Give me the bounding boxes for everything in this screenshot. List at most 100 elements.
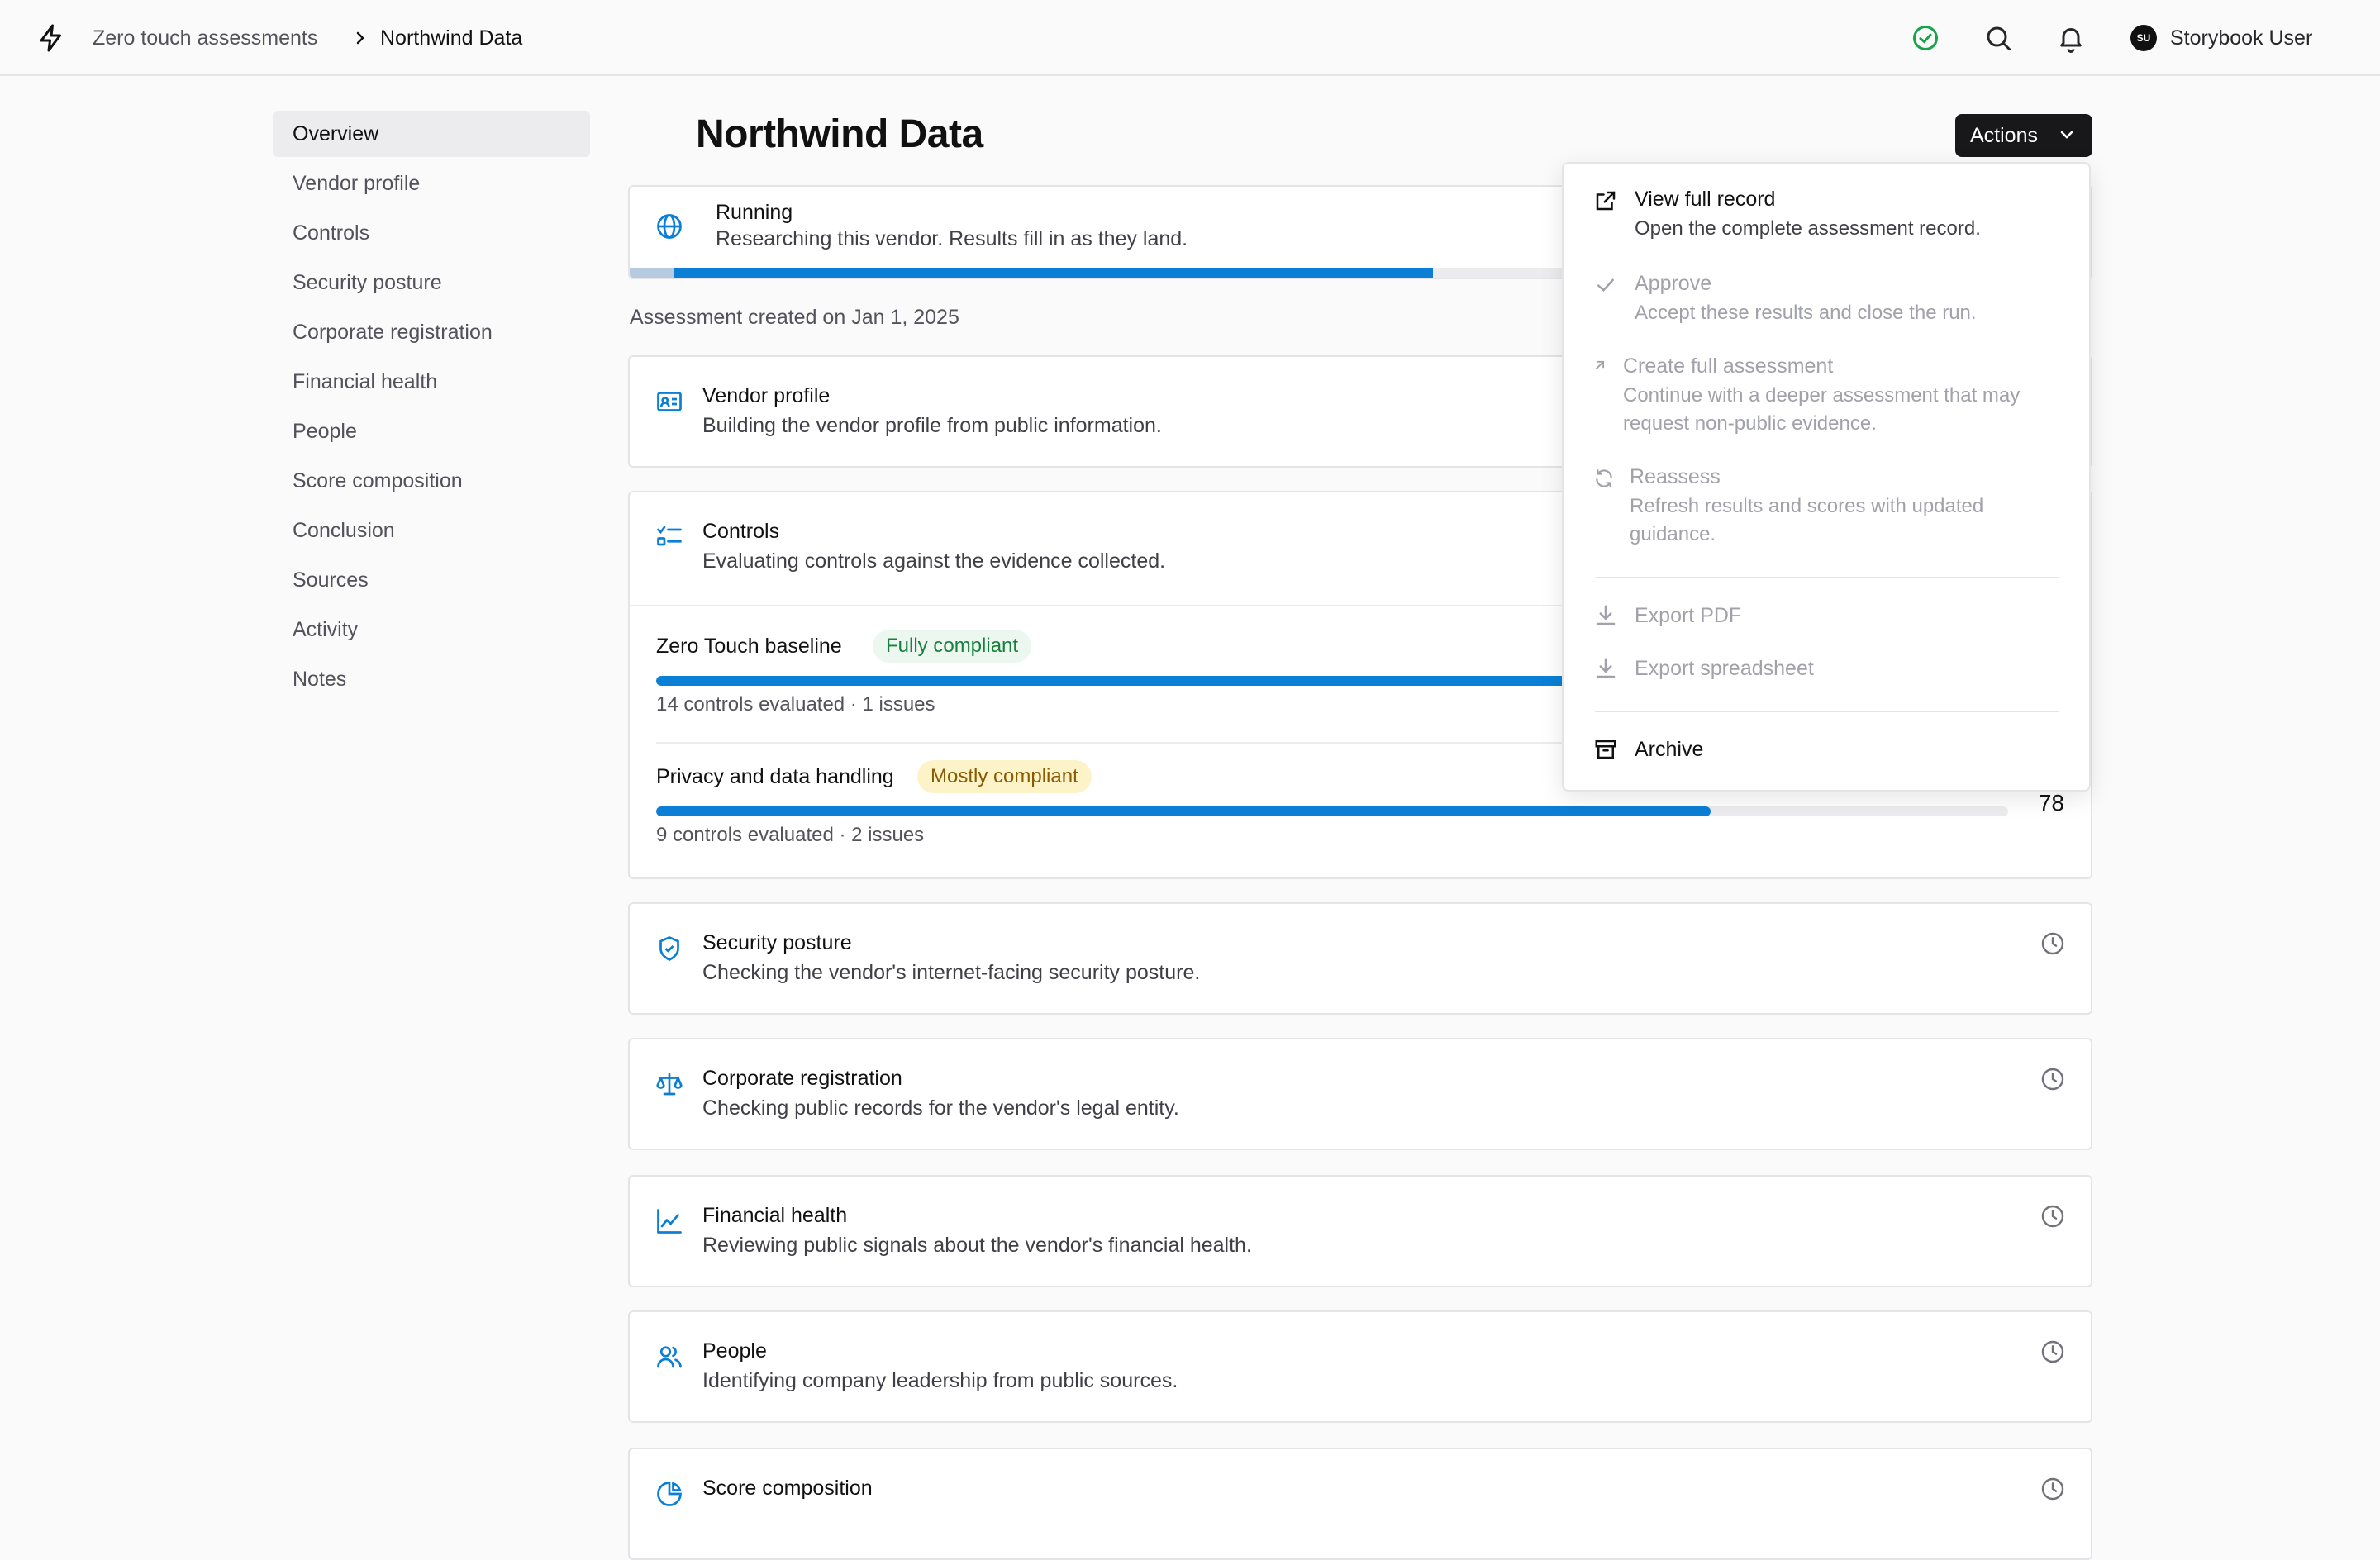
sidebar-item-vendor-profile[interactable]: Vendor profile [273, 160, 590, 207]
framework-meta: 14 controls evaluated · 1 issues [656, 693, 935, 716]
user-name[interactable]: Storybook User [2170, 23, 2312, 53]
menu-item-desc: Continue with a deeper assessment that m… [1623, 384, 2021, 435]
menu-item-approve[interactable]: Approve Accept these results and close t… [1564, 269, 2089, 339]
clock-icon [2041, 1205, 2064, 1228]
financial-health-card[interactable]: Financial health Reviewing public signal… [628, 1175, 2092, 1287]
sidebar-item-people[interactable]: People [273, 408, 590, 454]
score-composition-card[interactable]: Score composition [628, 1448, 2092, 1560]
menu-item-title: Approve [1635, 272, 1712, 295]
sidebar-item-activity[interactable]: Activity [273, 606, 590, 653]
sidebar-item-financial-health[interactable]: Financial health [273, 359, 590, 405]
top-bar: Zero touch assessments Northwind Data SU… [0, 0, 2380, 76]
sidebar-item-corporate-registration[interactable]: Corporate registration [273, 309, 590, 355]
page-title: Northwind Data [696, 112, 983, 156]
card-subtitle: Evaluating controls against the evidence… [702, 549, 1166, 573]
corporate-registration-card[interactable]: Corporate registration Checking public r… [628, 1038, 2092, 1150]
sidebar-item-security-posture[interactable]: Security posture [273, 259, 590, 306]
globe-icon [657, 214, 682, 239]
clock-icon [2041, 1340, 2064, 1363]
scales-icon [656, 1072, 683, 1096]
line-chart-icon [657, 1209, 682, 1234]
framework-name: Privacy and data handling [656, 765, 894, 788]
menu-item-title: Export PDF [1635, 604, 1742, 627]
status-check-icon[interactable] [1911, 23, 1940, 53]
arrow-up-right-icon [1595, 360, 1605, 370]
clock-icon [2041, 1477, 2064, 1501]
search-icon[interactable] [1983, 23, 2013, 53]
refresh-icon [1596, 469, 1612, 488]
chevron-down-icon [2060, 131, 2073, 139]
card-title: Vendor profile [702, 384, 831, 407]
menu-item-title: View full record [1635, 188, 1776, 211]
created-date: Assessment created on Jan 1, 2025 [630, 306, 959, 329]
card-title: Controls [702, 520, 780, 543]
menu-item-title: Create full assessment [1623, 354, 1834, 378]
clock-icon [2041, 932, 2064, 955]
chevron-right-icon [356, 31, 364, 45]
external-link-icon [1596, 191, 1616, 211]
menu-item-export-pdf[interactable]: Export PDF [1564, 602, 2089, 635]
sidebar-item-notes[interactable]: Notes [273, 656, 590, 702]
menu-separator [1595, 577, 2059, 578]
card-subtitle: Reviewing public signals about the vendo… [702, 1234, 1252, 1257]
status-subtitle: Researching this vendor. Results fill in… [716, 227, 1188, 250]
card-subtitle: Checking the vendor's internet-facing se… [702, 961, 1201, 984]
menu-item-title: Archive [1635, 738, 1704, 761]
framework-score-bar [656, 806, 2008, 816]
card-title: Financial health [702, 1204, 848, 1227]
compliance-badge: Fully compliant [873, 630, 1032, 663]
framework-score-fill [656, 806, 1711, 816]
check-icon [1597, 278, 1614, 292]
menu-item-desc: Accept these results and close the run. [1635, 302, 1977, 324]
people-card[interactable]: People Identifying company leadership fr… [628, 1310, 2092, 1423]
security-posture-card[interactable]: Security posture Checking the vendor's i… [628, 902, 2092, 1015]
shield-check-icon [659, 936, 679, 961]
card-subtitle: Checking public records for the vendor's… [702, 1096, 1179, 1120]
progress-active-segment [674, 268, 1434, 278]
menu-item-desc: Refresh results and scores with updated … [1630, 495, 1984, 545]
menu-item-archive[interactable]: Archive [1564, 735, 2089, 768]
actions-button[interactable]: Actions [1955, 114, 2092, 157]
card-subtitle: Building the vendor profile from public … [702, 414, 1162, 437]
download-icon [1596, 605, 1616, 625]
card-subtitle: Identifying company leadership from publ… [702, 1369, 1178, 1392]
breadcrumb-current: Northwind Data [380, 26, 523, 50]
progress-done-segment [630, 268, 674, 278]
bell-icon[interactable] [2056, 23, 2086, 53]
actions-menu: View full record Open the complete asses… [1562, 162, 2091, 792]
menu-item-title: Export spreadsheet [1635, 657, 1814, 680]
status-title: Running [716, 201, 793, 224]
breadcrumb-root[interactable]: Zero touch assessments [93, 23, 317, 53]
framework-meta: 9 controls evaluated · 2 issues [656, 824, 925, 846]
menu-item-reassess[interactable]: Reassess Refresh results and scores with… [1564, 463, 2089, 562]
menu-item-create-full-assessment[interactable]: Create full assessment Continue with a d… [1564, 352, 2089, 451]
archive-icon [1595, 740, 1616, 759]
section-nav: Overview Vendor profile Controls Securit… [273, 111, 590, 706]
card-title: Score composition [702, 1477, 873, 1500]
sidebar-item-score-composition[interactable]: Score composition [273, 458, 590, 504]
menu-separator [1595, 711, 2059, 712]
compliance-badge: Mostly compliant [917, 760, 1092, 793]
id-card-icon [657, 392, 682, 411]
checklist-icon [657, 526, 682, 546]
sidebar-item-sources[interactable]: Sources [273, 557, 590, 603]
menu-item-export-spreadsheet[interactable]: Export spreadsheet [1564, 654, 2089, 687]
menu-item-title: Reassess [1630, 465, 1721, 488]
pie-chart-icon [657, 1482, 682, 1506]
avatar[interactable]: SU [2130, 25, 2157, 51]
download-icon [1596, 658, 1616, 678]
card-title: Corporate registration [702, 1067, 902, 1090]
card-title: People [702, 1339, 767, 1363]
card-title: Security posture [702, 931, 852, 954]
menu-item-desc: Open the complete assessment record. [1635, 217, 1981, 240]
bolt-logo-icon[interactable] [36, 20, 66, 56]
users-icon [657, 1346, 682, 1368]
clock-icon [2041, 1068, 2064, 1091]
actions-label: Actions [1970, 124, 2038, 147]
sidebar-item-controls[interactable]: Controls [273, 210, 590, 256]
framework-name: Zero Touch baseline [656, 635, 842, 658]
framework-score: 78 [2038, 790, 2064, 816]
menu-item-view-full-record[interactable]: View full record Open the complete asses… [1564, 185, 2089, 254]
sidebar-item-overview[interactable]: Overview [273, 111, 590, 157]
sidebar-item-conclusion[interactable]: Conclusion [273, 507, 590, 554]
